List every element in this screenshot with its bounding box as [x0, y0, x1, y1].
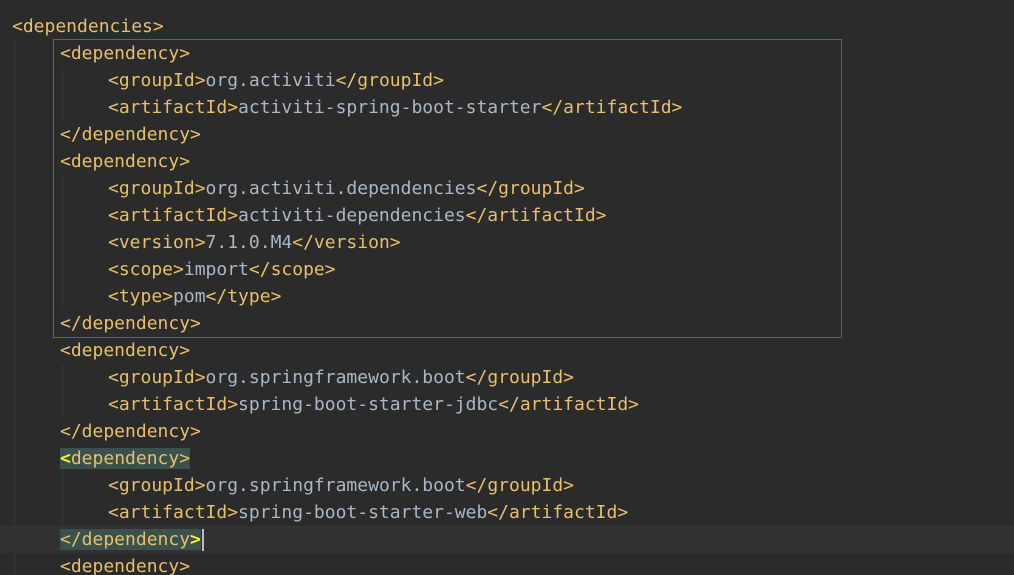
xml-value: activiti-spring-boot-starter [238, 97, 542, 118]
xml-tag: <scope> [108, 259, 184, 280]
code-line[interactable]: <artifactId>spring-boot-starter-jdbc</ar… [0, 391, 1014, 418]
xml-tag: </type> [205, 286, 282, 307]
xml-tag: </groupId> [476, 178, 585, 199]
xml-tag: <artifactId> [108, 97, 239, 118]
xml-tag: </groupId> [335, 70, 444, 91]
code-line[interactable]: <artifactId>activiti-dependencies</artif… [0, 202, 1014, 229]
code-line[interactable]: <type>pom</type> [0, 283, 1014, 310]
xml-tag: <dependency> [60, 43, 191, 64]
xml-tag: </version> [292, 232, 401, 253]
xml-value: import [183, 259, 249, 280]
matched-tag: </dependency> [60, 529, 201, 550]
code-line[interactable]: <groupId>org.springframework.boot</group… [0, 364, 1014, 391]
code-line[interactable]: <artifactId>spring-boot-starter-web</art… [0, 499, 1014, 526]
xml-tag: <artifactId> [108, 205, 239, 226]
code-line[interactable]: <dependency> [0, 553, 1014, 575]
code-line[interactable]: <version>7.1.0.M4</version> [0, 229, 1014, 256]
xml-tag: </dependency> [60, 124, 201, 145]
xml-tag: <dependency> [60, 556, 191, 575]
code-line[interactable]: <dependencies> [0, 13, 1014, 40]
xml-tag: <groupId> [108, 178, 206, 199]
xml-tag: </dependency> [60, 313, 201, 334]
code-line[interactable]: <artifactId>activiti-spring-boot-starter… [0, 94, 1014, 121]
xml-tag: </artifactId> [498, 394, 640, 415]
xml-tag: <groupId> [108, 475, 206, 496]
code-line[interactable]: <groupId>org.activiti.dependencies</grou… [0, 175, 1014, 202]
code-line[interactable]: </dependency> [0, 526, 1014, 553]
code-line[interactable]: <dependency> [0, 40, 1014, 67]
xml-tag: </artifactId> [465, 205, 607, 226]
xml-tag: </dependency> [60, 421, 201, 442]
code-line[interactable]: <dependency> [0, 337, 1014, 364]
xml-value: org.activiti.dependencies [205, 178, 477, 199]
matched-bracket: > [190, 529, 201, 550]
code-line[interactable]: </dependency> [0, 418, 1014, 445]
xml-tag: <type> [108, 286, 174, 307]
xml-value: 7.1.0.M4 [205, 232, 293, 253]
code-line[interactable]: </dependency> [0, 121, 1014, 148]
xml-tag: <artifactId> [108, 394, 239, 415]
xml-tag: dependency> [70, 448, 191, 469]
xml-tag: </artifactId> [487, 502, 629, 523]
matched-bracket: < [60, 448, 71, 469]
xml-tag: </dependency [60, 529, 191, 550]
code-line[interactable]: <groupId>org.activiti</groupId> [0, 67, 1014, 94]
code-line[interactable]: <scope>import</scope> [0, 256, 1014, 283]
xml-tag: <version> [108, 232, 206, 253]
matched-tag: <dependency> [60, 448, 191, 469]
code-editor[interactable]: <dependencies> <dependency> <groupId>org.a… [0, 0, 1014, 575]
xml-tag: <groupId> [108, 70, 206, 91]
code-line[interactable]: </dependency> [0, 310, 1014, 337]
xml-value: org.activiti [205, 70, 336, 91]
code-line[interactable]: <groupId>org.springframework.boot</group… [0, 472, 1014, 499]
xml-value: pom [173, 286, 206, 307]
xml-tag: <dependencies> [12, 16, 164, 37]
xml-value: org.springframework.boot [205, 367, 466, 388]
xml-tag: </artifactId> [541, 97, 683, 118]
xml-tag: <dependency> [60, 340, 191, 361]
xml-tag: <groupId> [108, 367, 206, 388]
code-line[interactable]: <dependency> [0, 445, 1014, 472]
xml-tag: <dependency> [60, 151, 191, 172]
xml-tag: </groupId> [465, 475, 575, 496]
xml-value: activiti-dependencies [238, 205, 466, 226]
xml-tag: </scope> [248, 259, 336, 280]
xml-value: spring-boot-starter-web [238, 502, 488, 523]
text-caret [201, 529, 204, 551]
xml-value: org.springframework.boot [205, 475, 466, 496]
xml-value: spring-boot-starter-jdbc [238, 394, 499, 415]
xml-tag: <artifactId> [108, 502, 239, 523]
code-line[interactable]: <dependency> [0, 148, 1014, 175]
xml-tag: </groupId> [465, 367, 575, 388]
